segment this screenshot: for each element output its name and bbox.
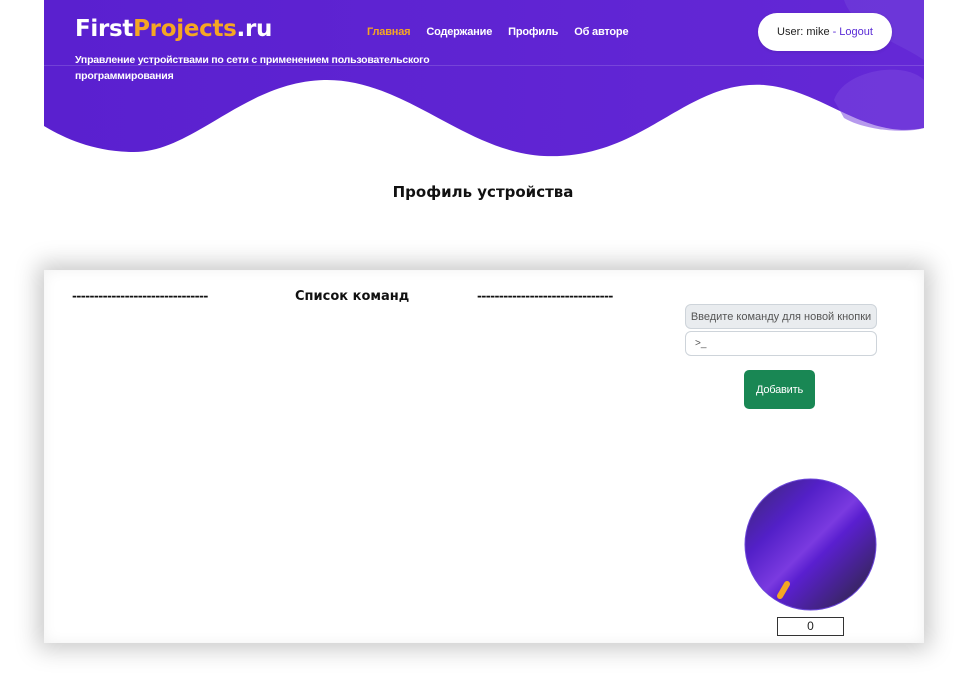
rotary-knob-icon[interactable] xyxy=(744,478,877,611)
dash-divider-right: ------------------------------- xyxy=(477,289,613,303)
knob-value-display: 0 xyxy=(777,617,844,636)
device-panel: ------------------------------- Список к… xyxy=(44,270,924,643)
logout-link[interactable]: Logout xyxy=(839,26,873,38)
nav-item-contents[interactable]: Содержание xyxy=(426,26,492,38)
add-command-button[interactable]: Добавить xyxy=(744,370,815,409)
logo-part-domain: .ru xyxy=(236,16,273,42)
site-subtitle: Управление устройствами по сети с примен… xyxy=(75,54,430,82)
nav-item-profile[interactable]: Профиль xyxy=(508,26,558,38)
dash-divider-left: ------------------------------- xyxy=(72,289,208,303)
user-label: User: mike xyxy=(777,26,830,38)
nav-item-home[interactable]: Главная xyxy=(367,26,411,38)
main-nav: Главная Содержание Профиль Об авторе xyxy=(367,26,629,38)
user-separator: - xyxy=(832,26,837,38)
command-list-header: ------------------------------- Список к… xyxy=(44,289,664,309)
command-list-title: Список команд xyxy=(295,289,410,304)
nav-item-about[interactable]: Об авторе xyxy=(574,26,628,38)
site-logo[interactable]: FirstProjects.ru xyxy=(75,16,272,42)
page: FirstProjects.ru Управление устройствами… xyxy=(0,0,959,684)
new-command-label: Введите команду для новой кнопки xyxy=(685,304,877,329)
logo-part-projects: Projects xyxy=(133,16,237,42)
page-title: Профиль устройства xyxy=(392,183,574,201)
user-badge: User: mike - Logout xyxy=(758,13,892,51)
new-command-input[interactable] xyxy=(685,331,877,356)
site-header: FirstProjects.ru Управление устройствами… xyxy=(44,0,924,160)
logo-part-first: First xyxy=(75,16,134,42)
